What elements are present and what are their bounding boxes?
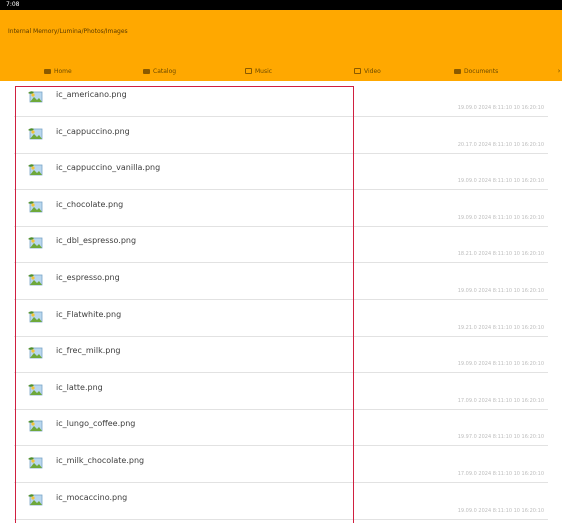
- file-name: ic_Flatwhite.png: [56, 309, 122, 319]
- image-file-icon: [28, 347, 43, 359]
- music-folder-icon: [245, 68, 252, 74]
- file-row[interactable]: ic_lungo_coffee.png 19.97.0 2024 8:11:10…: [0, 410, 562, 447]
- tab-bar: Home Catalog Music Video Documents ›: [0, 60, 562, 82]
- status-time: 7:08: [6, 1, 20, 8]
- file-row[interactable]: ic_milk_chocolate.png 17.09.0 2024 8:11:…: [0, 447, 562, 483]
- file-date: 18.21.0 2024 8:11:10 10 16:20:10: [457, 251, 544, 258]
- file-date: 20.17.0 2024 8:11:10 10 16:20:10: [457, 141, 544, 148]
- file-row[interactable]: ic_mocaccino.png 19.09.0 2024 8:11:10 10…: [0, 484, 562, 520]
- image-file-icon: [28, 310, 43, 322]
- file-row[interactable]: ic_Flatwhite.png 19.21.0 2024 8:11:10 10…: [0, 301, 562, 337]
- file-date: 19.09.0 2024 8:11:10 10 16:20:10: [457, 507, 544, 514]
- tab-label: Music: [255, 67, 273, 75]
- tab-label: Documents: [464, 67, 499, 75]
- file-date: 19.09.0 2024 8:11:10 10 16:20:10: [457, 361, 544, 368]
- tab-label: Video: [364, 67, 381, 75]
- image-file-icon: [28, 493, 43, 505]
- file-row[interactable]: ic_americano.png 19.09.0 2024 8:11:10 10…: [0, 81, 562, 117]
- file-name: ic_frec_milk.png: [56, 346, 121, 356]
- video-folder-icon: [354, 68, 361, 74]
- tab-label: Home: [54, 67, 72, 75]
- documents-icon: [454, 68, 461, 74]
- file-name: ic_cappuccino_vanilla.png: [56, 163, 161, 173]
- app-bar: Internal Memory/Lumina/Photos/Images Hom…: [0, 10, 562, 81]
- image-file-icon: [28, 420, 43, 432]
- file-row[interactable]: ic_espresso.png 19.09.0 2024 8:11:10 10 …: [0, 264, 562, 300]
- file-row[interactable]: ic_cappuccino_vanilla.png 19.09.0 2024 8…: [0, 154, 562, 191]
- file-row[interactable]: ic_frec_milk.png 19.09.0 2024 8:11:10 10…: [0, 337, 562, 374]
- home-icon: [44, 68, 51, 74]
- file-row[interactable]: ic_latte.png 17.09.0 2024 8:11:10 10 16:…: [0, 374, 562, 410]
- image-file-icon: [28, 200, 43, 213]
- image-file-icon: [28, 164, 43, 176]
- tab-music[interactable]: Music: [245, 60, 272, 82]
- file-date: 19.97.0 2024 8:11:10 10 16:20:10: [457, 434, 544, 441]
- file-name: ic_latte.png: [56, 382, 103, 392]
- tabs-overflow-icon[interactable]: ›: [556, 60, 562, 82]
- file-date: 19.09.0 2024 8:11:10 10 16:20:10: [457, 288, 544, 294]
- image-file-icon: [28, 383, 43, 396]
- file-name: ic_milk_chocolate.png: [56, 456, 145, 465]
- image-file-icon: [28, 274, 43, 286]
- file-row[interactable]: ic_dbl_espresso.png 18.21.0 2024 8:11:10…: [0, 227, 562, 264]
- image-file-icon: [28, 457, 43, 469]
- tab-documents[interactable]: Documents: [454, 60, 498, 82]
- file-date: 19.21.0 2024 8:11:10 10 16:20:10: [457, 324, 544, 331]
- file-name: ic_dbl_espresso.png: [56, 236, 137, 246]
- row-divider: [14, 518, 548, 520]
- tab-label: Catalog: [153, 67, 177, 75]
- file-date: 17.09.0 2024 8:11:10 10 16:20:10: [457, 471, 544, 477]
- tab-home[interactable]: Home: [44, 60, 72, 82]
- file-date: 19.09.0 2024 8:11:10 10 16:20:10: [457, 214, 544, 221]
- image-file-icon: [28, 127, 43, 139]
- tab-catalog[interactable]: Catalog: [143, 60, 176, 82]
- file-name: ic_mocaccino.png: [56, 492, 128, 502]
- file-name: ic_lungo_coffee.png: [56, 419, 136, 429]
- file-name: ic_espresso.png: [56, 273, 120, 282]
- file-name: ic_americano.png: [56, 90, 127, 99]
- file-row[interactable]: ic_chocolate.png 19.09.0 2024 8:11:10 10…: [0, 191, 562, 227]
- breadcrumb-path[interactable]: Internal Memory/Lumina/Photos/Images: [8, 28, 128, 35]
- status-bar: 7:08: [0, 0, 562, 10]
- tab-video[interactable]: Video: [354, 60, 381, 82]
- image-file-icon: [28, 91, 43, 103]
- grid-icon: [143, 68, 150, 74]
- file-date: 19.09.0 2024 8:11:10 10 16:20:10: [457, 105, 544, 111]
- file-date: 19.09.0 2024 8:11:10 10 16:20:10: [457, 178, 544, 185]
- file-name: ic_cappuccino.png: [56, 126, 130, 136]
- file-date: 17.09.0 2024 8:11:10 10 16:20:10: [457, 397, 544, 404]
- file-row[interactable]: ic_cappuccino.png 20.17.0 2024 8:11:10 1…: [0, 118, 562, 154]
- file-name: ic_chocolate.png: [56, 199, 124, 209]
- image-file-icon: [28, 237, 43, 249]
